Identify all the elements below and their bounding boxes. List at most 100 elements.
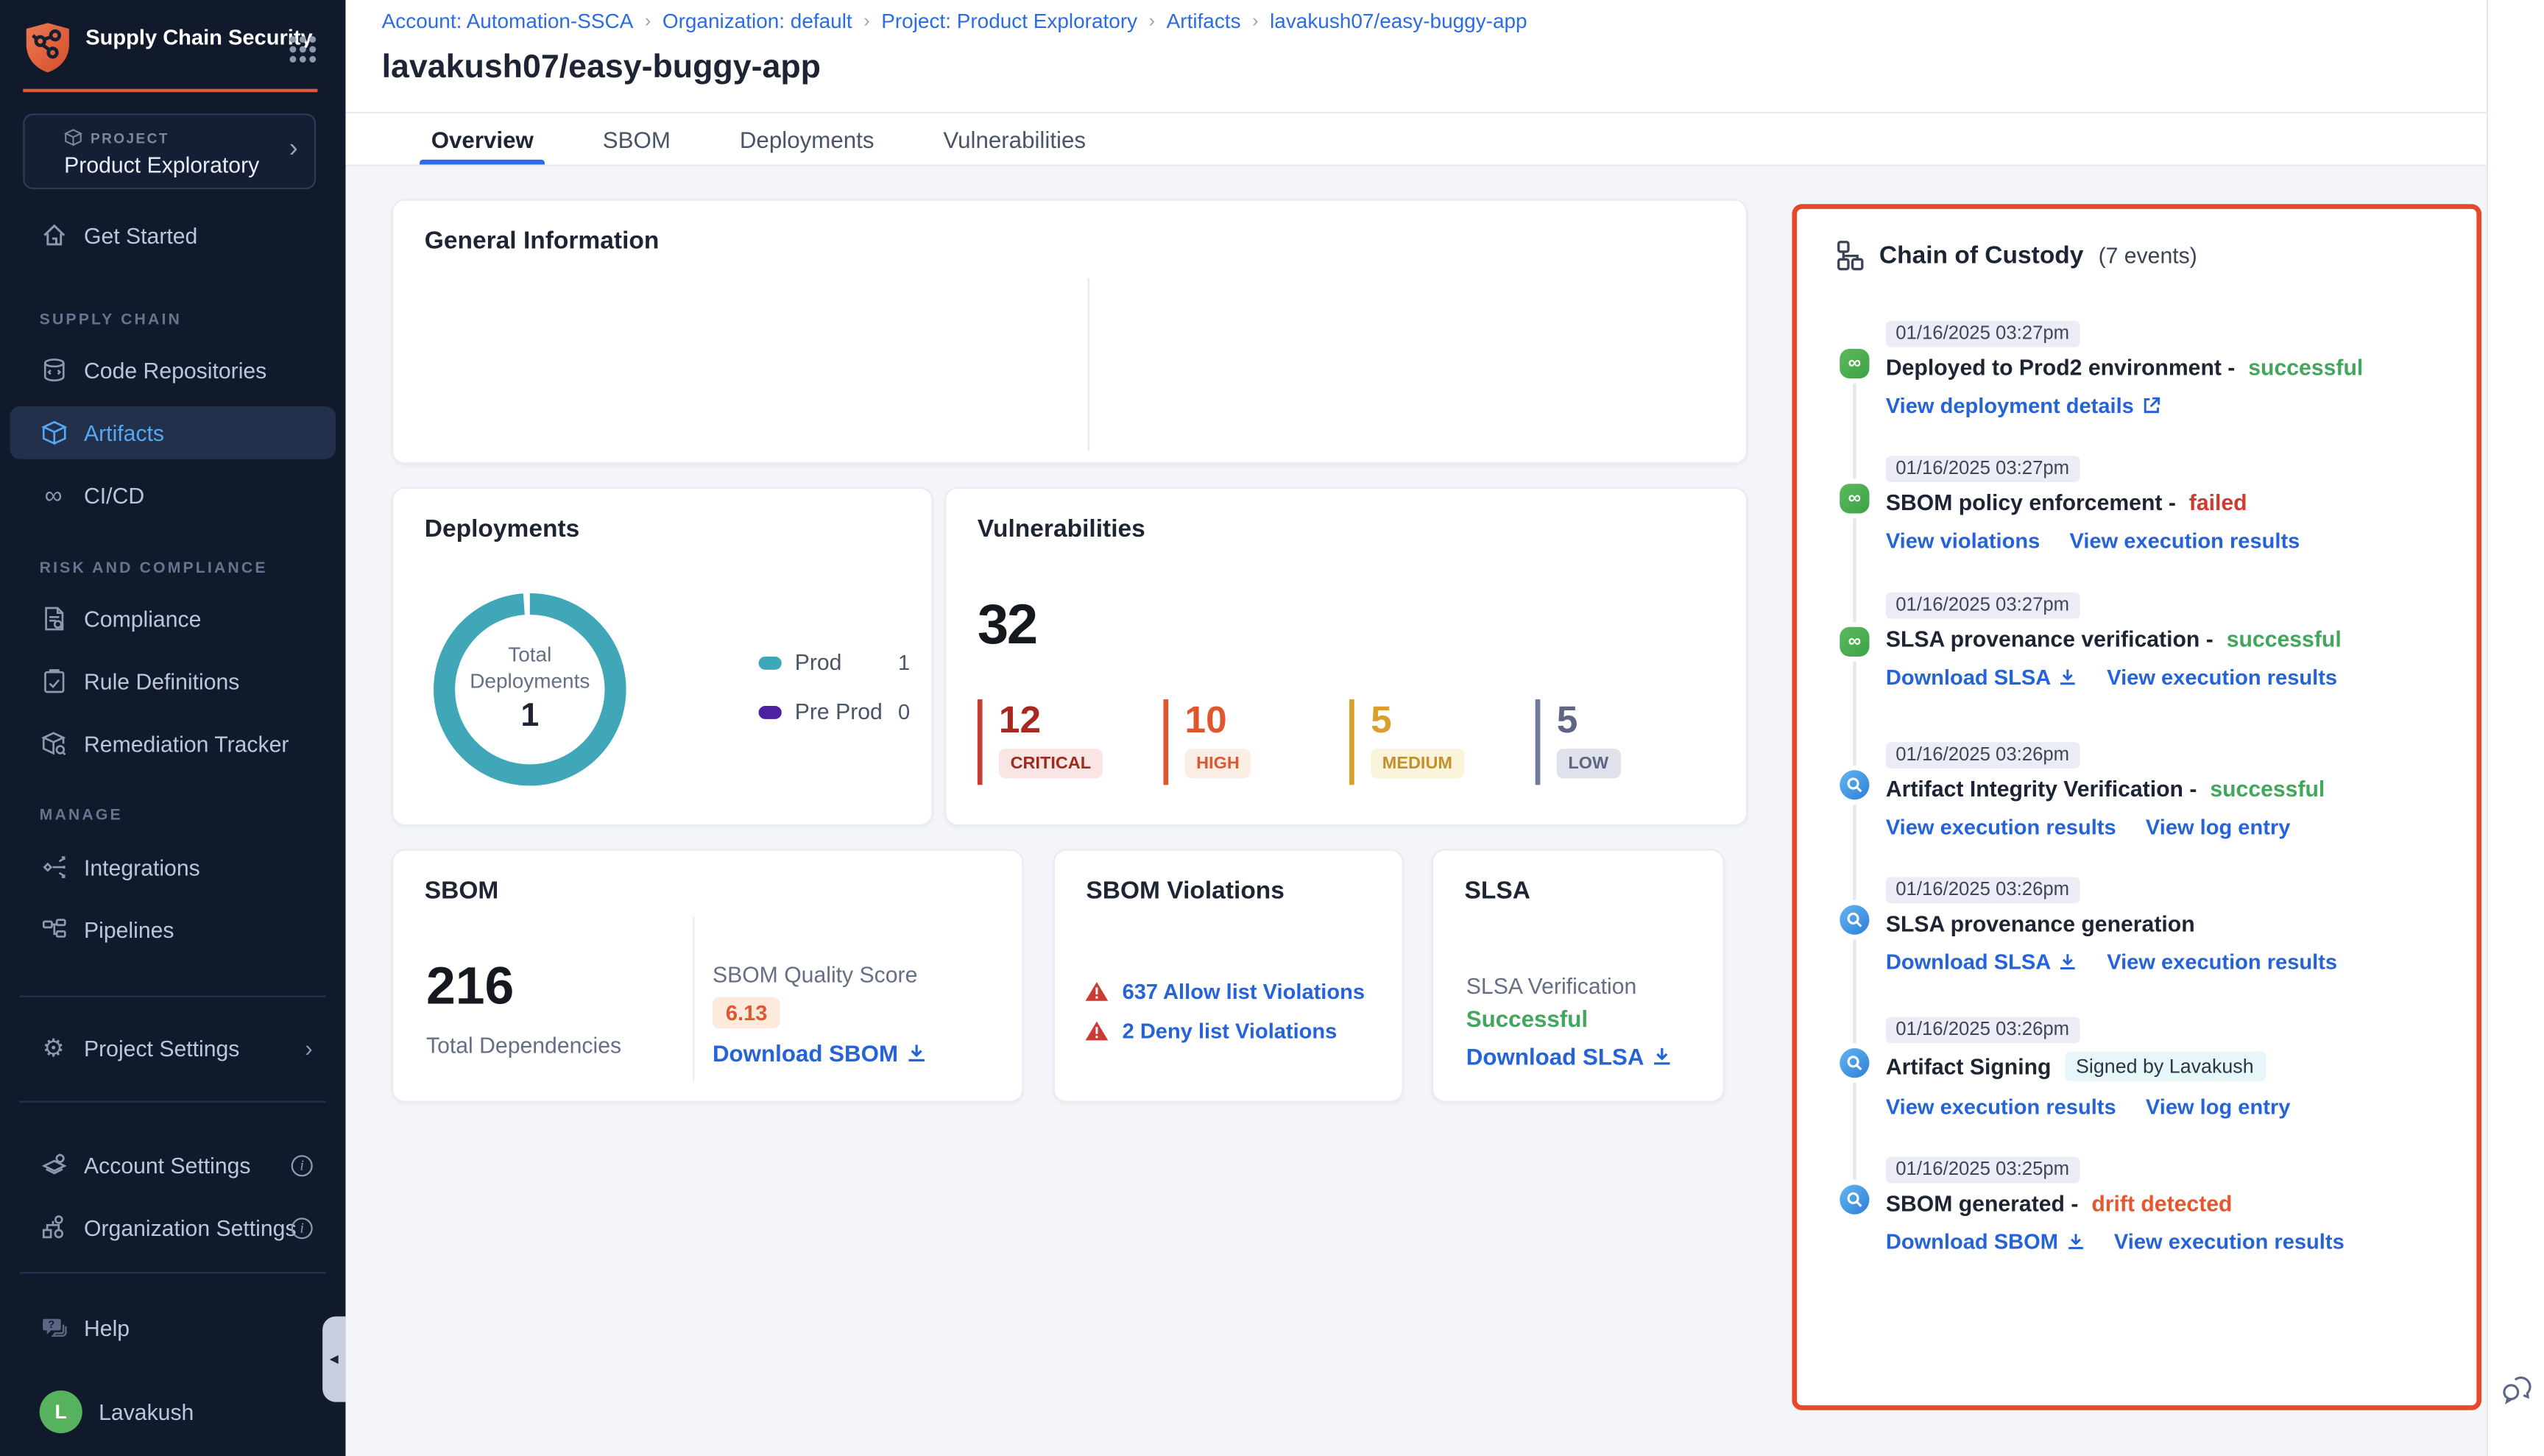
breadcrumb-artifacts[interactable]: Artifacts [1167, 10, 1241, 32]
sidebar-item-project-settings[interactable]: ⚙ Project Settings › [10, 1022, 336, 1075]
download-sbom-link[interactable]: Download SBOM [713, 1040, 926, 1067]
cube-icon [64, 128, 82, 146]
page-title: lavakush07/easy-buggy-app [382, 49, 821, 87]
sidebar: Supply Chain Security PROJECT Product Ex… [0, 0, 345, 1456]
sidebar-user[interactable]: L Lavakush [10, 1382, 336, 1441]
sidebar-item-label: Integrations [84, 855, 200, 880]
severity-badge: MEDIUM [1371, 749, 1464, 778]
legend-label: Prod [795, 650, 842, 675]
event-timestamp: 01/16/2025 03:26pm [1886, 877, 2080, 903]
pipeline-event-icon: ∞ [1840, 627, 1869, 657]
sidebar-item-cicd[interactable]: ∞ CI/CD [10, 469, 336, 522]
artifact-box-icon [40, 419, 68, 447]
chain-of-custody-count: (7 events) [2099, 244, 2197, 269]
severity-badge: CRITICAL [999, 749, 1103, 778]
event-title: SBOM policy enforcement - [1886, 490, 2176, 515]
vulnerabilities-card: Vulnerabilities 32 12 CRITICAL 10 HIGH 5… [944, 487, 1748, 827]
project-name: Product Exploratory [64, 153, 259, 178]
view-log-entry-link[interactable]: View log entry [2146, 815, 2291, 840]
view-execution-results-link[interactable]: View execution results [2114, 1229, 2345, 1254]
event-timestamp: 01/16/2025 03:27pm [1886, 456, 2080, 482]
event-timestamp: 01/16/2025 03:26pm [1886, 1017, 2080, 1044]
legend-item-pre-prod: Pre Prod 0 [759, 699, 911, 724]
signed-by-badge: Signed by Lavakush [2064, 1051, 2265, 1081]
sidebar-item-get-started[interactable]: Get Started [10, 209, 336, 262]
view-violations-link[interactable]: View violations [1886, 529, 2040, 554]
remediation-icon [40, 729, 68, 757]
severity-badge: LOW [1557, 749, 1620, 778]
deployments-card: Deployments Total Deployments 1 Prod 1 P… [392, 487, 933, 827]
download-icon [2059, 668, 2077, 687]
severity-critical: 12 CRITICAL [978, 699, 1103, 785]
coc-event-sbom-policy: 01/16/2025 03:27pm SBOM policy enforceme… [1886, 453, 2462, 553]
project-label: PROJECT [91, 129, 169, 145]
download-slsa-link[interactable]: Download SLSA [1886, 950, 2077, 975]
tab-deployments[interactable]: Deployments [740, 113, 875, 164]
event-title: SLSA provenance generation [1886, 911, 2195, 936]
vulnerabilities-total: 32 [978, 594, 1036, 658]
download-slsa-link[interactable]: Download SLSA [1886, 665, 2077, 690]
chain-of-custody-icon [1837, 240, 1865, 271]
event-title: SBOM generated - [1886, 1191, 2079, 1216]
card-title: SLSA [1465, 877, 1530, 905]
view-execution-results-link[interactable]: View execution results [2069, 529, 2300, 554]
tab-sbom[interactable]: SBOM [603, 113, 671, 164]
user-avatar: L [40, 1390, 82, 1433]
sidebar-item-artifacts[interactable]: Artifacts [10, 406, 336, 459]
repository-icon [40, 356, 68, 384]
tab-vulnerabilities[interactable]: Vulnerabilities [943, 113, 1086, 164]
sidebar-item-rule-definitions[interactable]: Rule Definitions [10, 655, 336, 708]
breadcrumb-organization[interactable]: Organization: default [662, 10, 852, 32]
breadcrumb-project[interactable]: Project: Product Exploratory [881, 10, 1137, 32]
layers-gear-icon [40, 1151, 68, 1179]
breadcrumb-current[interactable]: lavakush07/easy-buggy-app [1270, 10, 1527, 32]
view-execution-results-link[interactable]: View execution results [2107, 950, 2337, 975]
warning-icon [1084, 1020, 1109, 1042]
sidebar-item-label: Code Repositories [84, 358, 266, 383]
sidebar-item-remediation-tracker[interactable]: Remediation Tracker [10, 718, 336, 771]
divider [693, 916, 694, 1081]
severity-count: 12 [999, 701, 1103, 738]
sidebar-item-compliance[interactable]: Compliance [10, 593, 336, 646]
sbom-quality-score: 6.13 [713, 997, 780, 1028]
view-execution-results-link[interactable]: View execution results [2107, 665, 2337, 690]
sbom-total: 216 [426, 956, 514, 1017]
deployments-donut-chart: Total Deployments 1 [431, 591, 629, 788]
event-status: drift detected [2091, 1191, 2232, 1216]
view-execution-results-link[interactable]: View execution results [1886, 815, 2116, 840]
sidebar-item-label: Compliance [84, 607, 201, 632]
breadcrumb-account[interactable]: Account: Automation-SSCA [382, 10, 634, 32]
pipeline-event-icon: ∞ [1840, 349, 1869, 378]
info-icon: i [292, 1154, 313, 1176]
org-chart-gear-icon [40, 1214, 68, 1242]
sidebar-item-organization-settings[interactable]: Organization Settings i [10, 1201, 336, 1254]
module-grid-icon[interactable] [289, 36, 316, 63]
legend-swatch-prod [759, 656, 782, 669]
download-sbom-link[interactable]: Download SBOM [1886, 1229, 2085, 1254]
download-icon [906, 1043, 926, 1063]
home-icon [40, 222, 68, 250]
sidebar-item-code-repositories[interactable]: Code Repositories [10, 344, 336, 397]
warning-icon [1084, 980, 1109, 1002]
view-deployment-details-link[interactable]: View deployment details [1886, 393, 2160, 418]
download-slsa-link[interactable]: Download SLSA [1466, 1043, 1672, 1070]
support-chat-icon[interactable] [2501, 1372, 2534, 1405]
view-log-entry-link[interactable]: View log entry [2146, 1095, 2291, 1120]
scan-event-icon [1840, 1185, 1869, 1215]
view-execution-results-link[interactable]: View execution results [1886, 1095, 2116, 1120]
severity-badge: HIGH [1185, 749, 1251, 778]
sidebar-item-account-settings[interactable]: Account Settings i [10, 1139, 336, 1192]
deny-list-violations-link[interactable]: 2 Deny list Violations [1084, 1019, 1337, 1044]
event-status: successful [2210, 777, 2325, 802]
divider [1088, 278, 1089, 451]
sidebar-item-label: Artifacts [84, 420, 164, 445]
allow-list-violations-link[interactable]: 637 Allow list Violations [1084, 979, 1365, 1004]
sidebar-collapse-handle[interactable]: ◀ [322, 1316, 345, 1402]
sidebar-item-help[interactable]: ? Help [10, 1301, 336, 1354]
sidebar-item-integrations[interactable]: Integrations [10, 841, 336, 894]
project-selector[interactable]: PROJECT Product Exploratory › [23, 113, 316, 189]
sidebar-item-pipelines[interactable]: Pipelines [10, 903, 336, 956]
tab-overview[interactable]: Overview [431, 113, 534, 164]
sidebar-item-label: Account Settings [84, 1153, 250, 1178]
event-title: Artifact Integrity Verification - [1886, 777, 2197, 802]
